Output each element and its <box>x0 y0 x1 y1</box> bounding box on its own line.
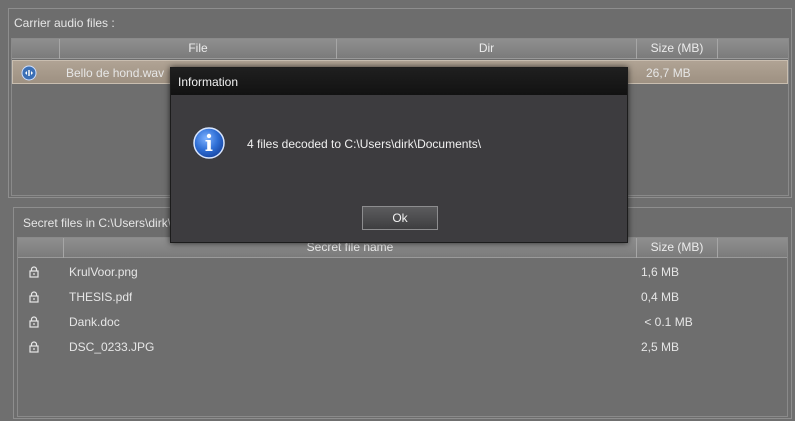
secret-row-name: KrulVoor.png <box>69 265 138 279</box>
carrier-header-file[interactable]: File <box>59 39 336 59</box>
audio-file-icon <box>21 65 37 81</box>
lock-icon <box>29 266 39 278</box>
secret-table-row[interactable]: THESIS.pdf 0,4 MB <box>18 285 787 309</box>
carrier-row-size: 26,7 MB <box>646 66 691 80</box>
secret-header-size[interactable]: Size (MB) <box>636 238 717 258</box>
info-icon <box>193 127 225 159</box>
carrier-header-filler <box>717 39 790 59</box>
lock-icon <box>29 291 39 303</box>
dialog-titlebar[interactable]: Information <box>171 68 627 95</box>
secret-row-size: 1,6 MB <box>641 265 680 279</box>
secret-files-table: Secret file name Size (MB) KrulVoor.png … <box>17 237 788 417</box>
dialog-body: 4 files decoded to C:\Users\dirk\Documen… <box>171 95 627 242</box>
secret-table-row[interactable]: DSC_0233.JPG 2,5 MB <box>18 335 787 359</box>
secret-row-name: DSC_0233.JPG <box>69 340 155 354</box>
carrier-header-size[interactable]: Size (MB) <box>636 39 717 59</box>
dialog-title: Information <box>178 75 239 89</box>
secret-table-row[interactable]: Dank.doc < 0.1 MB <box>18 310 787 334</box>
secret-header-blank <box>18 238 63 258</box>
information-dialog: Information 4 files decoded to C:\Users\… <box>170 67 628 243</box>
carrier-table-header: File Dir Size (MB) <box>12 39 788 59</box>
carrier-row-file: Bello de hond.wav <box>66 66 165 80</box>
secret-table-row[interactable]: KrulVoor.png 1,6 MB <box>18 260 787 284</box>
lock-icon <box>29 316 39 328</box>
secret-row-size: 2,5 MB <box>641 340 680 354</box>
dialog-message: 4 files decoded to C:\Users\dirk\Documen… <box>247 137 482 151</box>
secret-row-size: < 0.1 MB <box>641 315 693 329</box>
lock-icon <box>29 341 39 353</box>
carrier-audio-title: Carrier audio files : <box>14 16 115 30</box>
carrier-header-blank <box>12 39 59 59</box>
carrier-header-dir[interactable]: Dir <box>336 39 636 59</box>
secret-header-filler <box>717 238 789 258</box>
secret-row-name: THESIS.pdf <box>69 290 133 304</box>
secret-row-name: Dank.doc <box>69 315 120 329</box>
secret-files-title: Secret files in C:\Users\dirk\ <box>23 216 172 230</box>
ok-button[interactable]: Ok <box>362 206 438 230</box>
secret-row-size: 0,4 MB <box>641 290 680 304</box>
